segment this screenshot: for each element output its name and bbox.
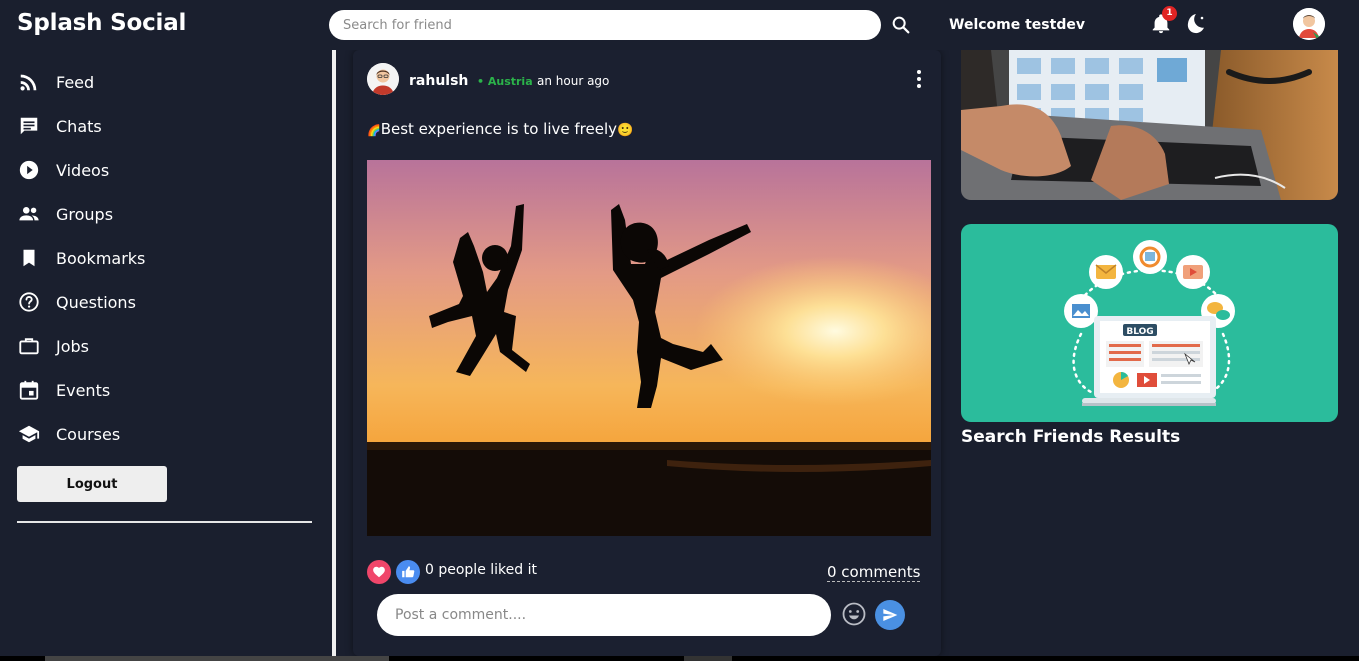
smile-emoji-icon: 🙂 (617, 123, 634, 138)
sidebar-item-label: Videos (56, 160, 110, 180)
briefcase-icon (17, 334, 41, 358)
user-avatar[interactable] (1293, 8, 1325, 40)
dark-mode-toggle-icon[interactable] (1186, 12, 1210, 36)
column-divider (332, 50, 336, 661)
sidebar-item-label: Bookmarks (56, 248, 146, 268)
school-icon (17, 422, 41, 446)
sidebar-item-events[interactable]: Events (17, 375, 277, 405)
sidebar-item-videos[interactable]: Videos (17, 155, 277, 185)
sponsored-ad-shopping[interactable] (961, 50, 1338, 200)
send-icon (883, 609, 898, 621)
scrollbar-segment (684, 656, 732, 661)
sidebar-item-bookmarks[interactable]: Bookmarks (17, 243, 277, 273)
post-author-avatar[interactable] (367, 63, 399, 95)
sidebar-divider (17, 521, 312, 523)
search-bar (329, 10, 881, 40)
search-icon[interactable] (890, 14, 912, 36)
sidebar-item-label: Feed (56, 72, 95, 92)
bookmark-icon (17, 246, 41, 270)
logout-button[interactable]: Logout (17, 466, 167, 502)
top-header: Splash Social Welcome testdev 1 (0, 0, 1359, 50)
post-timestamp: an hour ago (537, 74, 610, 88)
sidebar-item-questions[interactable]: Questions (17, 287, 277, 317)
like-reaction-icon[interactable] (396, 560, 420, 584)
post-image[interactable] (367, 160, 931, 536)
sidebar-item-courses[interactable]: Courses (17, 419, 277, 449)
welcome-text: Welcome testdev (949, 17, 1085, 33)
post-caption: 🌈Best experience is to live freely🙂 (367, 120, 633, 138)
sponsored-ad-blog[interactable]: BLOG (961, 224, 1338, 422)
group-icon (17, 202, 41, 226)
sidebar: Feed Chats Videos Groups Bookmarks Quest… (0, 50, 330, 661)
post-card: rahulsh • Austria an hour ago 🌈Best expe… (353, 50, 941, 656)
sidebar-item-feed[interactable]: Feed (17, 67, 277, 97)
search-input[interactable] (329, 10, 881, 40)
post-location: • Austria (477, 75, 533, 88)
play-circle-icon (17, 158, 41, 182)
love-reaction-icon[interactable] (367, 560, 391, 584)
horizontal-scrollbar[interactable] (0, 656, 1359, 661)
notification-badge: 1 (1162, 6, 1177, 21)
sidebar-item-label: Questions (56, 292, 136, 312)
sidebar-item-label: Jobs (56, 336, 89, 356)
sidebar-item-jobs[interactable]: Jobs (17, 331, 277, 361)
sidebar-item-chats[interactable]: Chats (17, 111, 277, 141)
chat-icon (17, 114, 41, 138)
post-username[interactable]: rahulsh (409, 73, 468, 89)
search-friends-results-heading: Search Friends Results (961, 427, 1181, 447)
scrollbar-thumb[interactable] (45, 656, 389, 661)
blog-sign-text: BLOG (1126, 327, 1153, 337)
post-caption-text: Best experience is to live freely (380, 120, 617, 138)
sidebar-item-groups[interactable]: Groups (17, 199, 277, 229)
comments-count-link[interactable]: 0 comments (827, 563, 921, 582)
sidebar-item-label: Events (56, 380, 111, 400)
like-count-text: 0 people liked it (425, 562, 537, 578)
sidebar-item-label: Courses (56, 424, 121, 444)
more-options-icon[interactable] (909, 68, 929, 90)
sidebar-item-label: Groups (56, 204, 114, 224)
sidebar-item-label: Chats (56, 116, 102, 136)
brand-logo[interactable]: Splash Social (17, 10, 186, 36)
help-circle-icon (17, 290, 41, 314)
rss-feed-icon (17, 70, 41, 94)
rainbow-icon: 🌈 (367, 124, 381, 137)
comment-input[interactable] (377, 594, 831, 636)
calendar-icon (17, 378, 41, 402)
emoji-picker-icon[interactable] (841, 601, 867, 627)
send-comment-button[interactable] (875, 600, 905, 630)
